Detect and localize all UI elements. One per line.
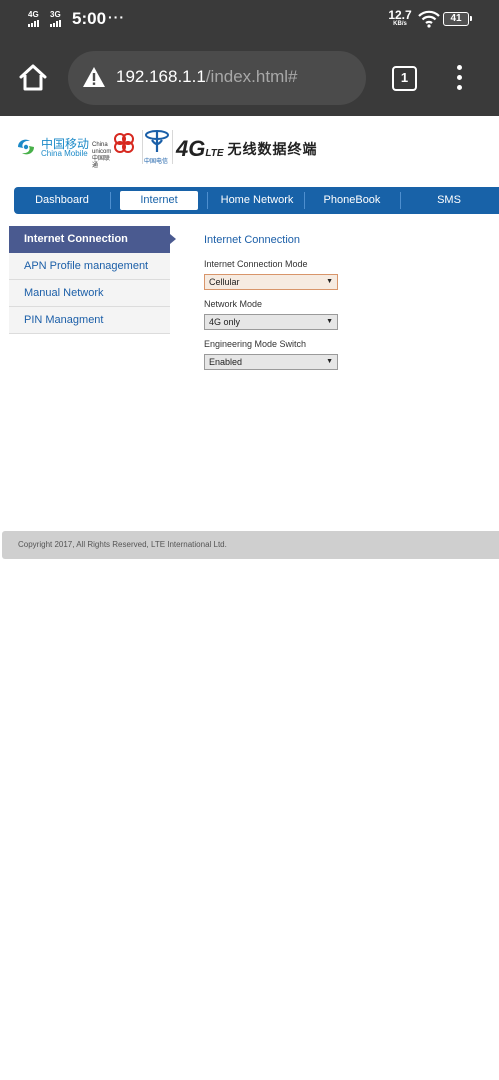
- nav-divider: [304, 192, 305, 209]
- internet-connection-panel: Internet Connection Internet Connection …: [204, 234, 404, 370]
- logo-divider: [142, 130, 143, 164]
- network-mode-select[interactable]: 4G only ▼: [204, 314, 338, 330]
- chevron-down-icon: ▼: [326, 358, 333, 365]
- main-nav: Dashboard Internet Home Network PhoneBoo…: [14, 187, 499, 214]
- engineering-mode-select[interactable]: Enabled ▼: [204, 354, 338, 370]
- network-speed-unit: KB/s: [393, 21, 407, 27]
- connection-mode-label: Internet Connection Mode: [204, 259, 308, 269]
- browser-toolbar: 192.168.1.1/index.html# 1: [0, 40, 499, 116]
- china-mobile-en: China Mobile: [41, 149, 88, 158]
- router-page: 中国移动 China Mobile China unicom中国联通 中国电信 …: [0, 116, 499, 1080]
- engineering-mode-value: Enabled: [209, 357, 243, 367]
- logo-divider: [172, 130, 173, 164]
- url-host: 192.168.1.1: [116, 67, 206, 86]
- nav-tab-internet[interactable]: Internet: [120, 191, 198, 210]
- nav-tab-dashboard[interactable]: Dashboard: [22, 191, 102, 210]
- china-telecom-logo: 中国电信: [144, 128, 170, 165]
- network-4g-label: 4G: [28, 10, 39, 19]
- carrier-logos: 中国移动 China Mobile China unicom中国联通 中国电信 …: [14, 128, 317, 169]
- url-text[interactable]: 192.168.1.1/index.html#: [116, 67, 297, 87]
- page-footer: Copyright 2017, All Rights Reserved, LTE…: [2, 531, 499, 559]
- china-mobile-icon: [18, 139, 34, 155]
- warning-icon[interactable]: [82, 66, 106, 88]
- more-notifications-icon: ···: [108, 9, 125, 25]
- url-path: /index.html#: [205, 67, 298, 86]
- brand-4g: 4G: [176, 136, 206, 161]
- status-bar: 4G 3G 5:00 ··· 12.7 KB/s 41: [0, 0, 499, 40]
- sidebar-menu: Internet Connection APN Profile manageme…: [9, 226, 176, 334]
- nav-divider: [400, 192, 401, 209]
- sidebar-item-manual-network[interactable]: Manual Network: [9, 280, 170, 307]
- nav-tab-sms[interactable]: SMS: [408, 191, 490, 210]
- network-speed: 12.7 KB/s: [386, 9, 414, 28]
- brand-title: 无线数据终端: [227, 141, 318, 157]
- signal-bars-icon: [50, 20, 64, 27]
- china-unicom-text: China unicom中国联通: [92, 142, 112, 169]
- network-speed-value: 12.7: [388, 8, 412, 22]
- section-title: Internet Connection: [204, 234, 301, 246]
- nav-divider: [207, 192, 208, 209]
- network-mode-label: Network Mode: [204, 299, 263, 309]
- sidebar-item-pin-managment[interactable]: PIN Managment: [9, 307, 170, 334]
- brand-lte: LTE: [205, 148, 224, 159]
- tab-switcher-button[interactable]: 1: [392, 66, 417, 91]
- sidebar-item-apn-profile-management[interactable]: APN Profile management: [9, 253, 170, 280]
- china-telecom-text: 中国电信: [144, 159, 169, 165]
- wifi-icon: [418, 10, 440, 28]
- signal-bars-icon: [28, 20, 42, 27]
- engineering-mode-label: Engineering Mode Switch: [204, 339, 307, 349]
- more-vert-icon[interactable]: [452, 64, 468, 92]
- china-mobile-logo: 中国移动 China Mobile: [14, 133, 94, 163]
- address-bar[interactable]: 192.168.1.1/index.html#: [68, 51, 366, 105]
- nav-tab-phonebook[interactable]: PhoneBook: [310, 191, 394, 210]
- network-3g-indicator: 3G: [50, 11, 64, 27]
- home-icon[interactable]: [17, 62, 49, 94]
- china-telecom-icon: [145, 130, 169, 152]
- battery-icon: 41: [443, 12, 472, 26]
- china-unicom-knot-icon: [114, 133, 134, 153]
- china-unicom-logo: China unicom中国联通: [92, 132, 142, 169]
- clock: 5:00: [72, 9, 107, 28]
- chevron-down-icon: ▼: [326, 318, 333, 325]
- chevron-down-icon: ▼: [326, 278, 333, 285]
- nav-divider: [110, 192, 111, 209]
- device-brand: 4GLTE 无线数据终端: [176, 136, 318, 162]
- network-4g-indicator: 4G: [28, 11, 42, 27]
- network-3g-label: 3G: [50, 10, 61, 19]
- connection-mode-select[interactable]: Cellular ▼: [204, 274, 338, 290]
- sidebar-item-internet-connection[interactable]: Internet Connection: [9, 226, 176, 253]
- network-mode-value: 4G only: [209, 317, 241, 327]
- connection-mode-value: Cellular: [209, 277, 240, 287]
- nav-tab-home-network[interactable]: Home Network: [212, 191, 302, 210]
